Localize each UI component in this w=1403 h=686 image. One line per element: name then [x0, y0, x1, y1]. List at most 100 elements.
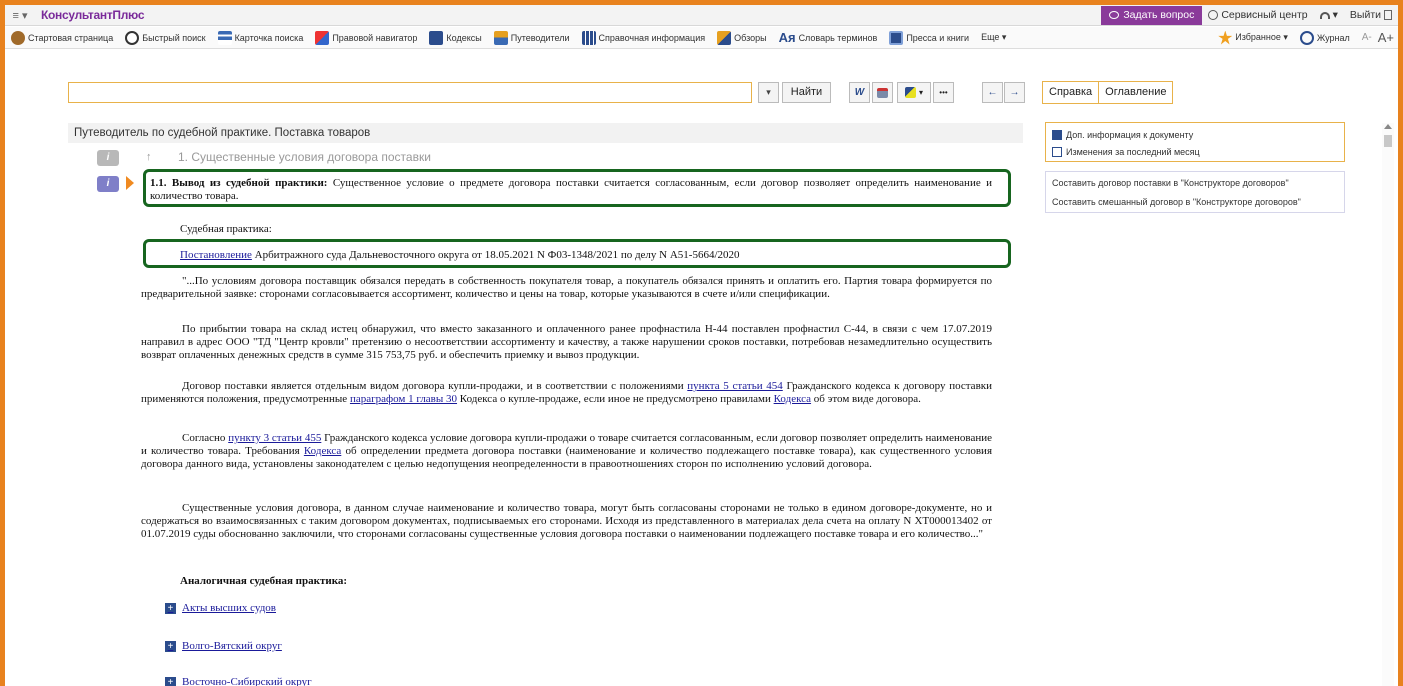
- search-card-button[interactable]: Карточка поиска: [217, 30, 303, 45]
- reviews-button[interactable]: Обзоры: [717, 30, 767, 45]
- court-group-higher[interactable]: + Акты высших судов: [165, 602, 276, 614]
- quote-paragraph-3: Договор поставки является отдельным видо…: [141, 380, 992, 406]
- p3-text-c: Кодекса о купле-продаже, если иное не пр…: [457, 393, 774, 405]
- document-title: Путеводитель по судебной практике. Поста…: [68, 123, 1023, 143]
- service-center-link[interactable]: Сервисный центр: [1202, 9, 1313, 21]
- font-increase-button[interactable]: A+: [1378, 30, 1394, 45]
- right-tabs: Справка Оглавление: [1042, 81, 1174, 104]
- search-history-dropdown[interactable]: ▾: [758, 82, 779, 103]
- back-button[interactable]: ←: [982, 82, 1003, 103]
- link-article-454[interactable]: пункта 5 статьи 454: [687, 380, 782, 392]
- signpost-icon: [493, 30, 508, 45]
- link-article-455[interactable]: пункту 3 статьи 455: [228, 432, 321, 444]
- font-decrease-button[interactable]: A-: [1362, 32, 1372, 43]
- glossary-icon: Ая: [778, 30, 796, 45]
- ask-question-button[interactable]: Задать вопрос: [1101, 5, 1203, 25]
- practice-label: Судебная практика:: [180, 223, 272, 235]
- up-arrow-icon[interactable]: ↑: [146, 151, 152, 164]
- quote-paragraph-5: Существенные условия договора, в данном …: [141, 502, 992, 540]
- quick-search-button[interactable]: Быстрый поиск: [125, 30, 206, 45]
- press-books-button[interactable]: Пресса и книги: [889, 30, 970, 45]
- printer-icon: [877, 87, 888, 98]
- section-info-icon[interactable]: i: [97, 150, 119, 166]
- conclusion-paragraph: 1.1. Вывод из судебной практики: Существ…: [150, 177, 992, 203]
- expand-plus-icon[interactable]: +: [165, 602, 176, 614]
- quote-paragraph-4: Согласно пункту 3 статьи 455 Гражданског…: [141, 432, 992, 471]
- newspaper-icon: [889, 30, 904, 45]
- info-icon: [1052, 129, 1062, 140]
- codes-button[interactable]: Кодексы: [429, 30, 482, 45]
- pen-icon: [717, 30, 732, 45]
- start-page-button[interactable]: Стартовая страница: [11, 30, 113, 45]
- favorites-button[interactable]: Избранное ▾: [1218, 30, 1288, 45]
- ruling-text: Арбитражного суда Дальневосточного округ…: [251, 249, 740, 261]
- press-books-label: Пресса и книги: [906, 32, 970, 43]
- chat-icon: [1109, 11, 1120, 19]
- more-menu-button[interactable]: Еще ▾: [981, 32, 1006, 43]
- exit-label: Выйти: [1349, 9, 1381, 21]
- section-heading[interactable]: 1. Существенные условия договора поставк…: [178, 151, 431, 164]
- recent-changes-link[interactable]: Изменения за последний месяц: [1052, 143, 1338, 160]
- extra-info-link[interactable]: Доп. информация к документу: [1052, 126, 1338, 143]
- court-group-label: Восточно-Сибирский округ: [182, 676, 312, 686]
- books-icon: [581, 30, 596, 45]
- court-group-volga-vyatka[interactable]: + Волго-Вятский округ: [165, 640, 282, 652]
- scroll-up-arrow-icon[interactable]: [1384, 124, 1392, 129]
- search-icon: [125, 30, 140, 45]
- exit-button[interactable]: Выйти: [1344, 9, 1398, 21]
- more-menu-label: Еще ▾: [981, 32, 1007, 42]
- constructor-panel: Составить договор поставки в "Конструкто…: [1045, 171, 1345, 213]
- print-button[interactable]: [872, 82, 893, 103]
- forward-button[interactable]: →: [1004, 82, 1025, 103]
- highlight-marker-button[interactable]: ▾: [897, 82, 931, 103]
- profile-menu[interactable]: ▾: [1314, 9, 1344, 21]
- quick-search-label: Быстрый поиск: [142, 32, 206, 43]
- legal-navigator-button[interactable]: Правовой навигатор: [315, 30, 418, 45]
- search-input[interactable]: [68, 82, 752, 103]
- exit-icon: [1384, 10, 1392, 20]
- font-increase-label: A+: [1377, 30, 1394, 45]
- tab-contents[interactable]: Оглавление: [1099, 81, 1174, 104]
- marker-caret: ▾: [918, 88, 923, 97]
- item-info-icon[interactable]: i: [97, 176, 119, 192]
- glossary-label: Словарь терминов: [798, 32, 878, 43]
- favorites-label: Избранное ▾: [1235, 32, 1288, 42]
- scrollbar-thumb[interactable]: [1384, 135, 1392, 147]
- guides-label: Путеводители: [510, 32, 570, 43]
- quote-paragraph-2: По прибытии товара на склад истец обнару…: [141, 323, 992, 361]
- word-icon: W: [854, 87, 865, 98]
- similar-practice-heading: Аналогичная судебная практика:: [180, 575, 348, 587]
- find-button[interactable]: Найти: [782, 82, 831, 103]
- profile-dropdown-caret: ▾: [1332, 9, 1338, 21]
- more-options-button[interactable]: •••: [933, 82, 954, 103]
- supply-contract-constructor-link[interactable]: Составить договор поставки в "Конструкто…: [1052, 174, 1338, 193]
- court-group-east-siberian[interactable]: + Восточно-Сибирский округ: [165, 676, 312, 686]
- search-card-icon: [217, 30, 232, 45]
- legal-navigator-label: Правовой навигатор: [332, 32, 418, 43]
- expand-plus-icon[interactable]: +: [165, 676, 176, 686]
- extra-info-label: Доп. информация к документу: [1066, 129, 1194, 140]
- phone-icon: [1208, 10, 1219, 20]
- link-code-2[interactable]: Кодекса: [304, 445, 341, 457]
- main-menu-button[interactable]: ≡ ▾: [5, 5, 35, 26]
- expand-plus-icon[interactable]: +: [165, 640, 176, 652]
- journal-button[interactable]: Журнал: [1299, 30, 1350, 45]
- p4-text-a: Согласно: [182, 432, 229, 444]
- link-chapter-30[interactable]: параграфом 1 главы 30: [350, 393, 457, 405]
- font-decrease-label: A-: [1361, 32, 1372, 43]
- export-word-button[interactable]: W: [849, 82, 870, 103]
- link-code[interactable]: Кодекса: [774, 393, 811, 405]
- journal-label: Журнал: [1316, 32, 1350, 43]
- reference-info-button[interactable]: Справочная информация: [581, 30, 705, 45]
- title-bar: ≡ ▾ КонсультантПлюс Задать вопрос Сервис…: [5, 5, 1398, 26]
- tab-reference[interactable]: Справка: [1042, 81, 1100, 104]
- vertical-scrollbar[interactable]: [1382, 123, 1394, 686]
- ruling-link[interactable]: Постановление: [180, 249, 252, 261]
- glossary-button[interactable]: Ая Словарь терминов: [779, 30, 878, 45]
- court-group-label: Акты высших судов: [182, 602, 276, 614]
- quote-paragraph-1: "...По условиям договора поставщик обяза…: [141, 275, 992, 300]
- guides-button[interactable]: Путеводители: [493, 30, 570, 45]
- content-area: ▾ Найти W ▾ ••• ← → Справка Оглавление П…: [5, 50, 1398, 686]
- mixed-contract-constructor-link[interactable]: Составить смешанный договор в "Конструкт…: [1052, 193, 1338, 212]
- marker-icon: [904, 87, 916, 98]
